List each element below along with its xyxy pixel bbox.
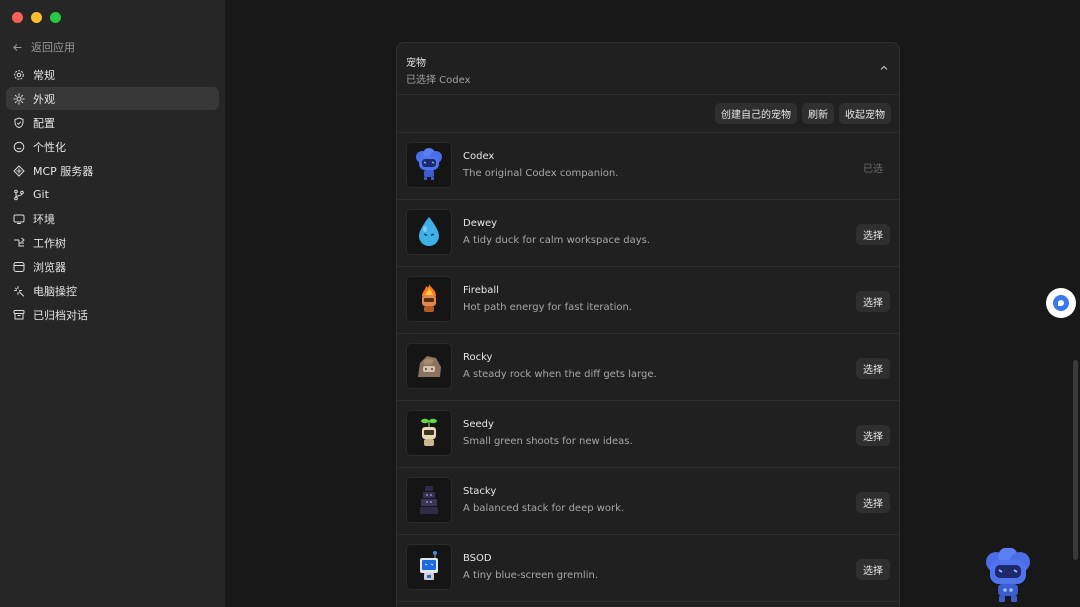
- stacky-pet-icon: [420, 486, 438, 514]
- settings-nav: 常规 外观 配置 个性化 MCP 服务器 Git 环境 工作树 浏览器 电脑操控…: [6, 63, 219, 327]
- sidebar-item-label: 电脑操控: [33, 284, 77, 298]
- settings-window: 返回应用 常规 外观 配置 个性化 MCP 服务器 Git 环境 工作树 浏览器…: [0, 0, 1080, 607]
- sidebar-item-mcp[interactable]: MCP 服务器: [6, 159, 219, 182]
- sidebar-item-label: MCP 服务器: [33, 164, 94, 178]
- floating-assistant-button[interactable]: [1046, 288, 1076, 318]
- back-to-app-link[interactable]: 返回应用: [12, 39, 75, 55]
- scrollbar[interactable]: [1073, 360, 1078, 560]
- select-pet-button[interactable]: 选择: [856, 224, 890, 245]
- server-icon: [13, 164, 25, 177]
- pet-name: Dewey: [463, 218, 498, 229]
- codex-pet-icon: [416, 148, 442, 180]
- panel-title: 宠物: [406, 58, 426, 69]
- pet-description: Small green shoots for new ideas.: [463, 436, 633, 447]
- pet-name: Codex: [463, 151, 495, 162]
- select-pet-button[interactable]: 选择: [856, 492, 890, 513]
- pet-description: A balanced stack for deep work.: [463, 503, 625, 514]
- sidebar-item-environment[interactable]: 环境: [6, 207, 219, 230]
- archive-icon: [13, 309, 25, 319]
- monitor-icon: [13, 214, 25, 224]
- pet-thumbnail: [406, 276, 452, 322]
- chevron-up-icon[interactable]: [879, 63, 889, 73]
- pet-thumbnail: [406, 209, 452, 255]
- browser-icon: [13, 261, 25, 272]
- pet-description: A tidy duck for calm workspace days.: [463, 235, 651, 246]
- sidebar: 返回应用 常规 外观 配置 个性化 MCP 服务器 Git 环境 工作树 浏览器…: [0, 0, 226, 607]
- pet-name: BSOD: [463, 553, 492, 564]
- sidebar-item-worktree[interactable]: 工作树: [6, 231, 219, 254]
- pet-name: Rocky: [463, 352, 493, 363]
- sidebar-item-archived[interactable]: 已归档对话: [6, 303, 219, 326]
- pet-description: A steady rock when the diff gets large.: [463, 369, 657, 380]
- refresh-button[interactable]: 刷新: [802, 103, 834, 124]
- sidebar-item-computer-control[interactable]: 电脑操控: [6, 279, 219, 302]
- sidebar-item-personalize[interactable]: 个性化: [6, 135, 219, 158]
- pet-row-seedy: Seedy Small green shoots for new ideas. …: [397, 401, 899, 468]
- sidebar-item-label: 已归档对话: [33, 308, 88, 322]
- seedy-pet-icon: [421, 418, 437, 446]
- pets-panel-header[interactable]: 宠物 已选择 Codex: [397, 43, 899, 95]
- gear-icon: [14, 69, 24, 80]
- arrow-left-icon: [13, 43, 22, 51]
- pet-thumbnail: [406, 142, 452, 188]
- pet-name: Fireball: [463, 285, 499, 296]
- pet-row-dewey: Dewey A tidy duck for calm workspace day…: [397, 200, 899, 267]
- sidebar-item-label: Git: [33, 188, 49, 201]
- collapse-pets-button[interactable]: 收起宠物: [839, 103, 891, 124]
- back-label: 返回应用: [31, 41, 75, 54]
- pet-description: A tiny blue-screen gremlin.: [463, 570, 599, 581]
- sidebar-item-label: 外观: [33, 92, 55, 106]
- sun-icon: [13, 92, 25, 105]
- sidebar-item-label: 常规: [33, 68, 55, 82]
- tree-icon: [14, 237, 25, 246]
- minimize-window-button[interactable]: [31, 12, 42, 23]
- pet-thumbnail: [406, 343, 452, 389]
- sidebar-item-label: 环境: [33, 212, 55, 226]
- pets-toolbar: 创建自己的宠物 刷新 收起宠物: [397, 95, 899, 133]
- pets-panel: 宠物 已选择 Codex 创建自己的宠物 刷新 收起宠物 Codex The o…: [396, 42, 900, 607]
- zoom-window-button[interactable]: [50, 12, 61, 23]
- sidebar-item-label: 工作树: [33, 236, 66, 250]
- pet-thumbnail: [406, 477, 452, 523]
- dewey-pet-icon: [419, 217, 439, 246]
- select-pet-button[interactable]: 选择: [856, 425, 890, 446]
- pet-row-fireball: Fireball Hot path energy for fast iterat…: [397, 267, 899, 334]
- pet-row-rocky: Rocky A steady rock when the diff gets l…: [397, 334, 899, 401]
- sparkle-icon: [14, 285, 24, 296]
- selected-label: 已选: [863, 164, 883, 175]
- fireball-pet-icon: [422, 284, 436, 312]
- selected-pet-subtitle: 已选择 Codex: [406, 75, 471, 86]
- window-controls: [12, 12, 61, 23]
- pet-name: Stacky: [463, 486, 497, 497]
- sidebar-item-label: 个性化: [33, 140, 66, 154]
- codex-mascot-icon[interactable]: [982, 548, 1034, 604]
- sidebar-item-label: 配置: [33, 116, 55, 130]
- select-pet-button[interactable]: 选择: [856, 358, 890, 379]
- select-pet-button[interactable]: 选择: [856, 291, 890, 312]
- pet-description: The original Codex companion.: [463, 168, 619, 179]
- pet-row-bsod: BSOD A tiny blue-screen gremlin. 选择: [397, 535, 899, 602]
- pet-description: Hot path energy for fast iteration.: [463, 302, 632, 313]
- smiley-icon: [13, 141, 25, 152]
- sidebar-item-general[interactable]: 常规: [6, 63, 219, 86]
- close-window-button[interactable]: [12, 12, 23, 23]
- select-pet-button[interactable]: 选择: [856, 559, 890, 580]
- sidebar-item-git[interactable]: Git: [6, 183, 219, 206]
- pet-name: Seedy: [463, 419, 494, 430]
- shield-icon: [14, 116, 24, 128]
- git-branch-icon: [14, 189, 24, 200]
- pet-thumbnail: [406, 410, 452, 456]
- main-content: 宠物 已选择 Codex 创建自己的宠物 刷新 收起宠物 Codex The o…: [226, 0, 1080, 607]
- sidebar-item-browser[interactable]: 浏览器: [6, 255, 219, 278]
- sidebar-item-config[interactable]: 配置: [6, 111, 219, 134]
- pet-thumbnail: [406, 544, 452, 590]
- pet-row-stacky: Stacky A balanced stack for deep work. 选…: [397, 468, 899, 535]
- bsod-pet-icon: [420, 551, 438, 580]
- rocky-pet-icon: [418, 356, 441, 377]
- create-pet-button[interactable]: 创建自己的宠物: [715, 103, 797, 124]
- chat-bubble-icon: [1053, 295, 1069, 311]
- sidebar-item-appearance[interactable]: 外观: [6, 87, 219, 110]
- sidebar-item-label: 浏览器: [33, 260, 66, 274]
- pet-row-codex: Codex The original Codex companion. 已选: [397, 133, 899, 200]
